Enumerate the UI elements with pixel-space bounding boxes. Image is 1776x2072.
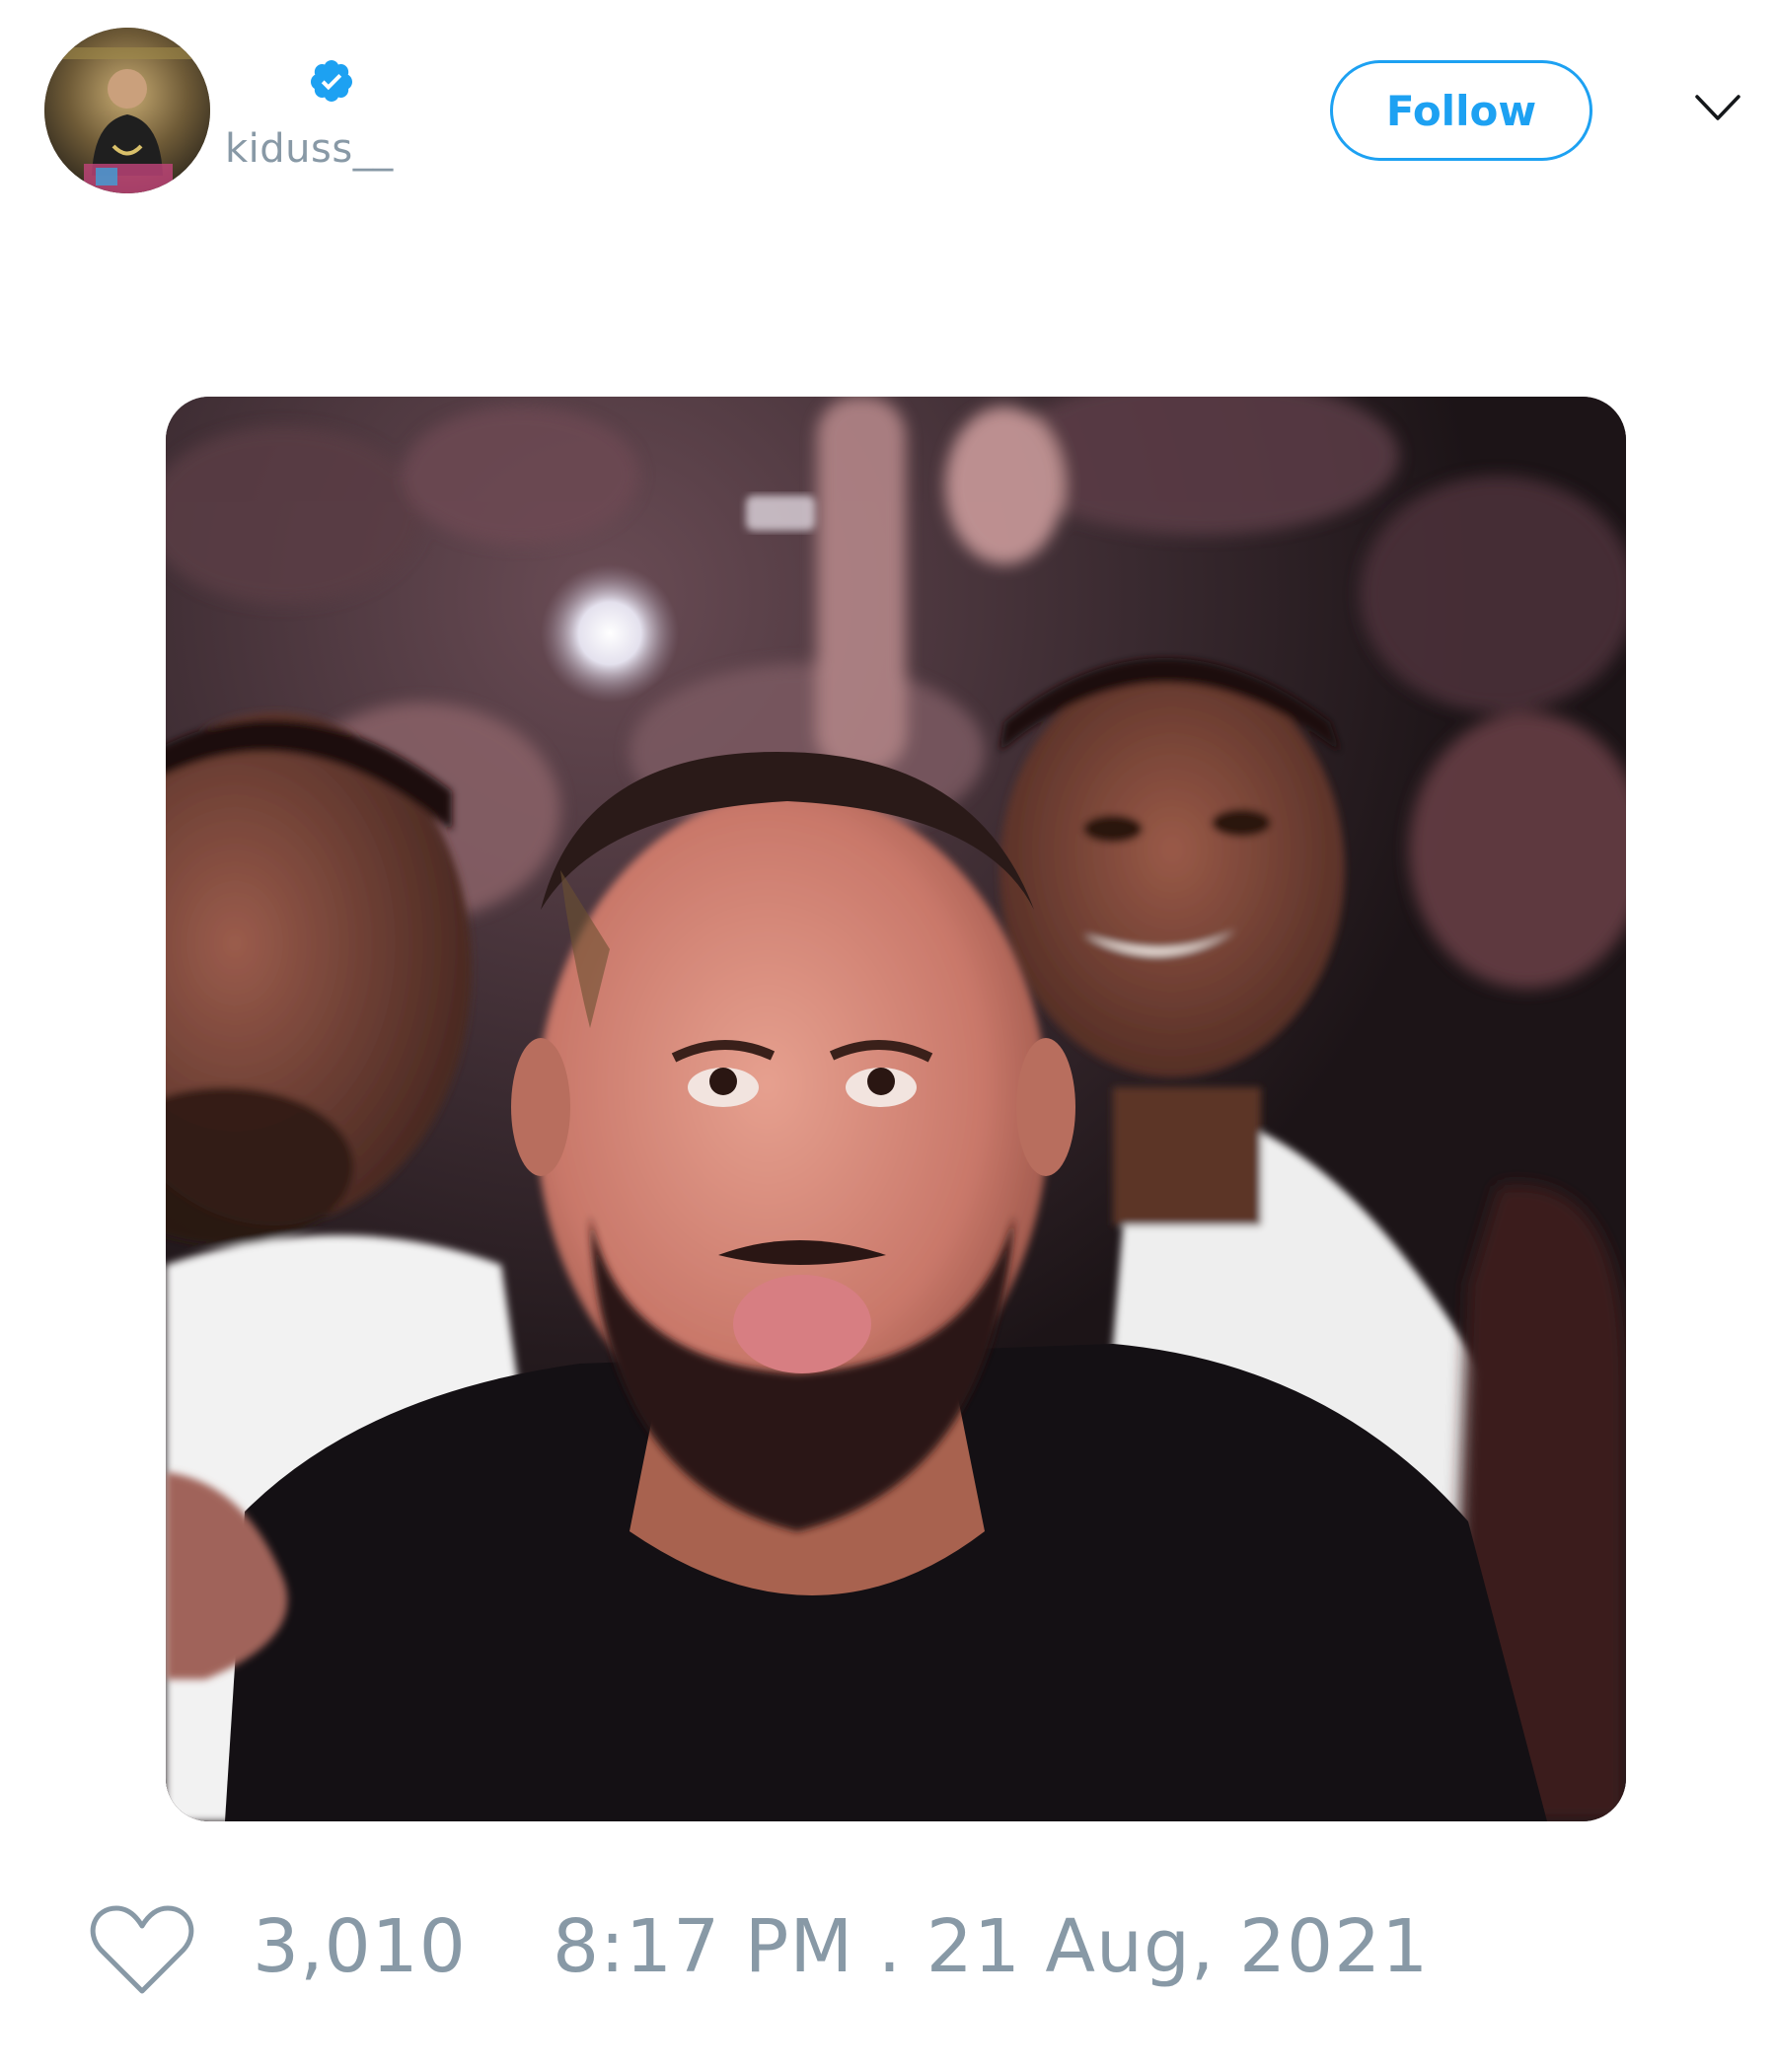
tweet-photo[interactable] xyxy=(166,397,1626,1821)
author-handle[interactable]: kiduss__ xyxy=(225,126,394,172)
verified-badge-icon xyxy=(310,60,352,102)
avatar-photo-icon xyxy=(44,28,210,193)
author-avatar[interactable] xyxy=(44,28,210,193)
like-count: 3,010 xyxy=(253,1904,467,1989)
chevron-down-icon[interactable] xyxy=(1693,89,1742,126)
heart-icon[interactable] xyxy=(89,1902,195,1997)
photo-icon xyxy=(166,397,1626,1821)
follow-button[interactable]: Follow xyxy=(1330,60,1592,161)
tweet-timestamp[interactable]: 8:17 PM . 21 Aug, 2021 xyxy=(553,1904,1429,1989)
